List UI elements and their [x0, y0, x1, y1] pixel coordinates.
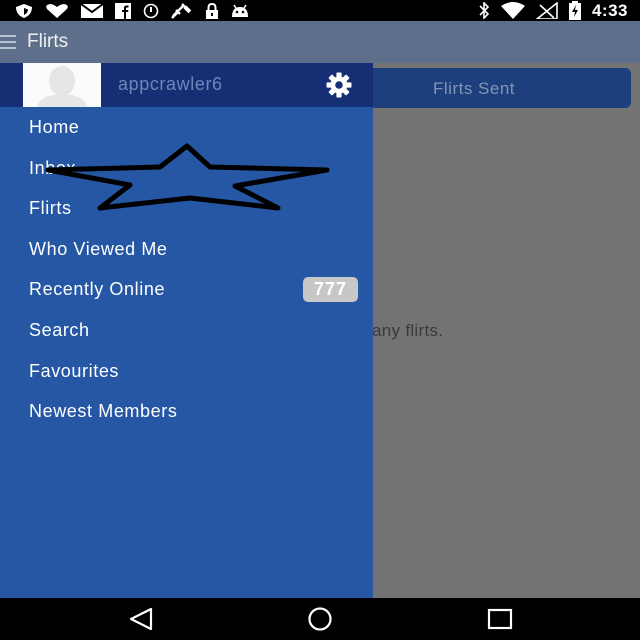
system-nav-bar: [0, 598, 640, 640]
bluetooth-icon: [479, 2, 490, 19]
hamburger-icon[interactable]: [0, 35, 16, 49]
back-icon[interactable]: [126, 606, 156, 632]
heart-icon: [46, 3, 68, 18]
sync-icon: [143, 3, 159, 18]
empty-message: any flirts.: [372, 321, 444, 340]
avatar[interactable]: [23, 63, 101, 107]
status-bar: 4:33: [0, 0, 640, 21]
menu-item-recently-online[interactable]: Recently Online 777: [0, 271, 373, 312]
menu-item-label: Newest Members: [29, 401, 178, 422]
settings-gear-icon[interactable]: [323, 71, 355, 99]
menu-item-label: Search: [29, 319, 90, 340]
satellite-icon: [171, 3, 192, 19]
menu-item-favourites[interactable]: Favourites: [0, 353, 373, 394]
mail-icon: [80, 2, 104, 18]
drawer-header: appcrawler6: [0, 63, 373, 107]
recent-apps-icon[interactable]: [485, 606, 515, 632]
menu-item-label: Who Viewed Me: [29, 238, 168, 259]
app-bar: Flirts: [0, 21, 640, 63]
menu-item-label: Recently Online: [29, 279, 166, 300]
home-icon[interactable]: [305, 606, 335, 632]
shield-icon: [16, 3, 32, 18]
no-signal-icon: [535, 2, 558, 19]
menu-item-newest-members[interactable]: Newest Members: [0, 393, 373, 434]
lock-icon: [206, 2, 218, 19]
facebook-icon: [115, 2, 131, 19]
username: appcrawler6: [118, 74, 223, 94]
tab-flirts-sent[interactable]: Flirts Sent: [345, 68, 631, 108]
wifi-icon: [500, 2, 525, 19]
tab-flirts-sent-label: Flirts Sent: [433, 79, 516, 98]
menu-item-label: Favourites: [29, 360, 120, 381]
battery-icon: [568, 1, 581, 20]
star-annotation-icon: [45, 143, 330, 211]
default-avatar-icon: [23, 63, 101, 107]
android-icon: [232, 4, 248, 17]
menu-item-who-viewed-me[interactable]: Who Viewed Me: [0, 231, 373, 272]
clock: 4:33: [591, 0, 628, 20]
page-title: Flirts: [27, 31, 69, 52]
online-count-badge: 777: [303, 277, 358, 303]
menu-item-search[interactable]: Search: [0, 312, 373, 353]
menu-item-label: Home: [29, 117, 80, 137]
